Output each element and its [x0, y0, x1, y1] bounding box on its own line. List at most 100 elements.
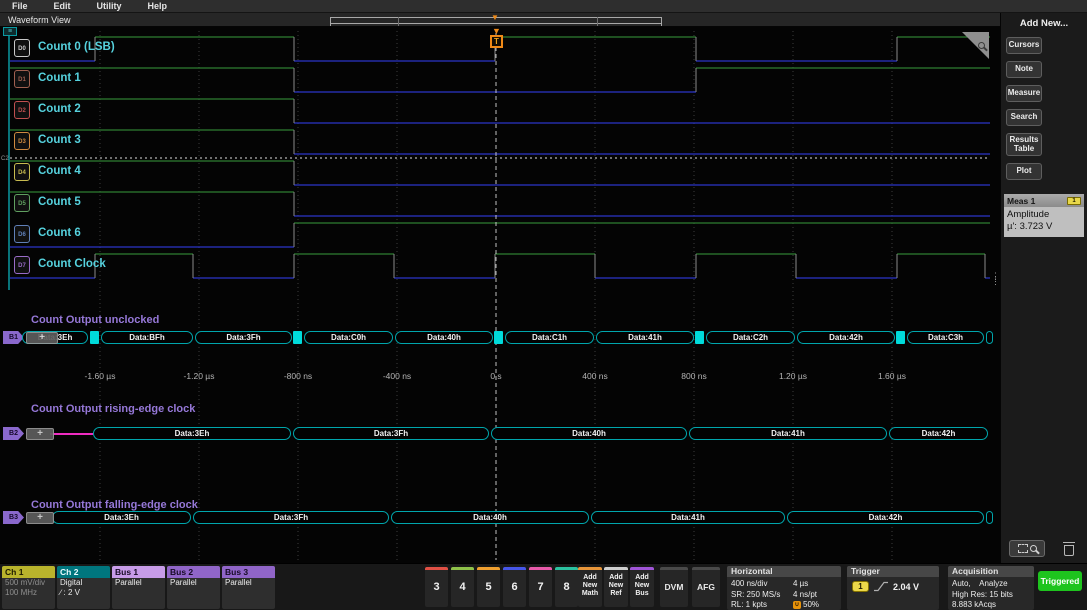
channel-badge-line: Parallel [167, 578, 220, 588]
digital-channel-badge-d2[interactable]: D2 [14, 101, 30, 119]
digital-channel-badge-d7[interactable]: D7 [14, 256, 30, 274]
channel-badge-line: ∕ : 2 V [57, 588, 110, 598]
digital-channel-label-d7[interactable]: Count Clock [38, 258, 106, 270]
measurement-card[interactable]: Meas 1 1 Amplitude µ': 3.723 V [1004, 194, 1084, 237]
bus-data-bubble: Data:C2h [706, 331, 795, 344]
trigger-flag[interactable]: T [490, 35, 503, 48]
time-axis-label: 800 ns [681, 371, 707, 381]
acquisition-panel[interactable]: Acquisition Auto, AnalyzeHigh Res: 15 bi… [948, 566, 1034, 610]
add-new-results-table-button[interactable]: Results Table [1006, 133, 1042, 156]
digital-channel-label-d5[interactable]: Count 5 [38, 196, 81, 208]
channel-button-8[interactable]: 8 [555, 567, 578, 607]
time-axis-label: 1.20 µs [779, 371, 807, 381]
menu-bar: File Edit Utility Help [0, 0, 1087, 13]
digital-channel-badge-d1[interactable]: D1 [14, 70, 30, 88]
menu-file[interactable]: File [12, 1, 28, 11]
dvm-button[interactable]: DVM [660, 567, 688, 607]
time-axis-label: -1.20 µs [184, 371, 215, 381]
channel-badge-line: Parallel [112, 578, 165, 588]
marquee-icon [1018, 544, 1028, 553]
channel-button-4[interactable]: 4 [451, 567, 474, 607]
digital-channel-badge-d3[interactable]: D3 [14, 132, 30, 150]
digital-channel-badge-d0[interactable]: D0 [14, 39, 30, 57]
bus-section-label-b3: Count Output falling-edge clock [31, 499, 198, 511]
channel-badge-ch-1[interactable]: Ch 1500 mV/div100 MHz [2, 566, 55, 609]
digital-channel-label-d1[interactable]: Count 1 [38, 72, 81, 84]
digital-channel-label-d4[interactable]: Count 4 [38, 165, 81, 177]
oscilloscope-app: { "menu": { "items": ["File", "Edit", "U… [0, 0, 1087, 610]
measurement-source-badge: 1 [1067, 197, 1081, 205]
time-axis-label: -1.60 µs [85, 371, 116, 381]
channel-badge-bus-2[interactable]: Bus 2Parallel [167, 566, 220, 609]
add-new-bus-button[interactable]: AddNewBus [630, 567, 654, 607]
channel-button-5[interactable]: 5 [477, 567, 500, 607]
acquisition-row: 8.883 kAcqs [948, 600, 1034, 610]
bus-transition-block [293, 331, 302, 344]
waveform-view[interactable]: C2 ≡ D0Count 0 (LSB)D1Count 1D2Count 2D3… [0, 27, 1000, 563]
channel-button-7[interactable]: 7 [529, 567, 552, 607]
digital-channel-label-d0[interactable]: Count 0 (LSB) [38, 41, 115, 53]
acquisition-panel-title: Acquisition [948, 566, 1034, 577]
minimap-tick [398, 17, 399, 26]
digital-channel-label-d2[interactable]: Count 2 [38, 103, 81, 115]
add-new-search-button[interactable]: Search [1006, 109, 1042, 126]
menu-utility[interactable]: Utility [97, 1, 122, 11]
bus-drag-handle[interactable]: + [26, 428, 54, 440]
add-new-ref-button[interactable]: AddNewRef [604, 567, 628, 607]
menu-edit[interactable]: Edit [54, 1, 71, 11]
bus-data-bubble: Data:42h [797, 331, 895, 344]
bus-data-bubble: Data:3Eh [52, 511, 191, 524]
bus-data-bubble [986, 331, 993, 344]
add-new-math-button[interactable]: AddNewMath [578, 567, 602, 607]
channel-button-6[interactable]: 6 [503, 567, 526, 607]
channel-badge-line: Parallel [222, 578, 275, 588]
measurement-title: Meas 1 [1007, 196, 1035, 206]
digital-channel-badge-d4[interactable]: D4 [14, 163, 30, 181]
digital-channel-label-d3[interactable]: Count 3 [38, 134, 81, 146]
channel-badge-line: 100 MHz [2, 588, 55, 598]
menu-help[interactable]: Help [148, 1, 168, 11]
trigger-arrow-icon: ▼ [488, 27, 505, 35]
horizontal-value: 4 ns/pt [793, 590, 841, 601]
add-new-measure-button[interactable]: Measure [1006, 85, 1042, 102]
afg-button[interactable]: AFG [692, 567, 720, 607]
channel-button-3[interactable]: 3 [425, 567, 448, 607]
acquisition-row: High Res: 15 bits [948, 590, 1034, 601]
bus-idle-line [50, 433, 93, 435]
horizontal-position-minimap[interactable]: ▼ [330, 17, 662, 24]
digital-channel-badge-d5[interactable]: D5 [14, 194, 30, 212]
horizontal-row: RL: 1 kpts∪50% [727, 600, 841, 610]
horizontal-value: 400 ns/div [731, 579, 793, 590]
trash-icon[interactable] [1063, 542, 1075, 556]
bus-drag-handle[interactable]: + [26, 332, 58, 344]
add-new-note-button[interactable]: Note [1006, 61, 1042, 78]
panel-splitter-handle[interactable]: ⋮⋮ [991, 274, 1000, 284]
bus-data-bubble: Data:3Eh [93, 427, 291, 440]
zoom-select-button[interactable] [1009, 540, 1045, 557]
horizontal-panel[interactable]: Horizontal 400 ns/div4 µsSR: 250 MS/s4 n… [727, 566, 841, 610]
tab-bar: Waveform View ▼ [0, 13, 1000, 27]
bus-data-bubble: Data:3Fh [293, 427, 489, 440]
add-new-plot-button[interactable]: Plot [1006, 163, 1042, 180]
bus-drag-handle[interactable]: + [26, 512, 54, 524]
bus-transition-block [90, 331, 99, 344]
trigger-panel[interactable]: Trigger 1 2.04 V [847, 566, 939, 610]
add-new-cursors-button[interactable]: Cursors [1006, 37, 1042, 54]
bus-transition-block [896, 331, 905, 344]
bus-data-bubble: Data:42h [787, 511, 984, 524]
channel-badge-bus-1[interactable]: Bus 1Parallel [112, 566, 165, 609]
digital-channel-badge-d6[interactable]: D6 [14, 225, 30, 243]
channel-badge-bus-3[interactable]: Bus 3Parallel [222, 566, 275, 609]
digital-channel-label-d6[interactable]: Count 6 [38, 227, 81, 239]
channel-badge-ch-2[interactable]: Ch 2Digital∕ : 2 V [57, 566, 110, 609]
digital-group-grip-icon[interactable]: ≡ [3, 27, 17, 36]
measurement-card-header[interactable]: Meas 1 1 [1004, 194, 1084, 207]
trigger-position-marker[interactable]: ▼ T [488, 27, 505, 48]
minimap-trigger-marker-icon[interactable]: ▼ [491, 14, 499, 22]
bus-transition-block [695, 331, 704, 344]
horizontal-panel-title: Horizontal [727, 566, 841, 577]
measurement-name: Amplitude [1007, 209, 1081, 221]
triggered-status-badge[interactable]: Triggered [1038, 571, 1082, 591]
horizontal-value: 4 µs [793, 579, 841, 590]
bus-data-bubble: Data:C1h [505, 331, 594, 344]
